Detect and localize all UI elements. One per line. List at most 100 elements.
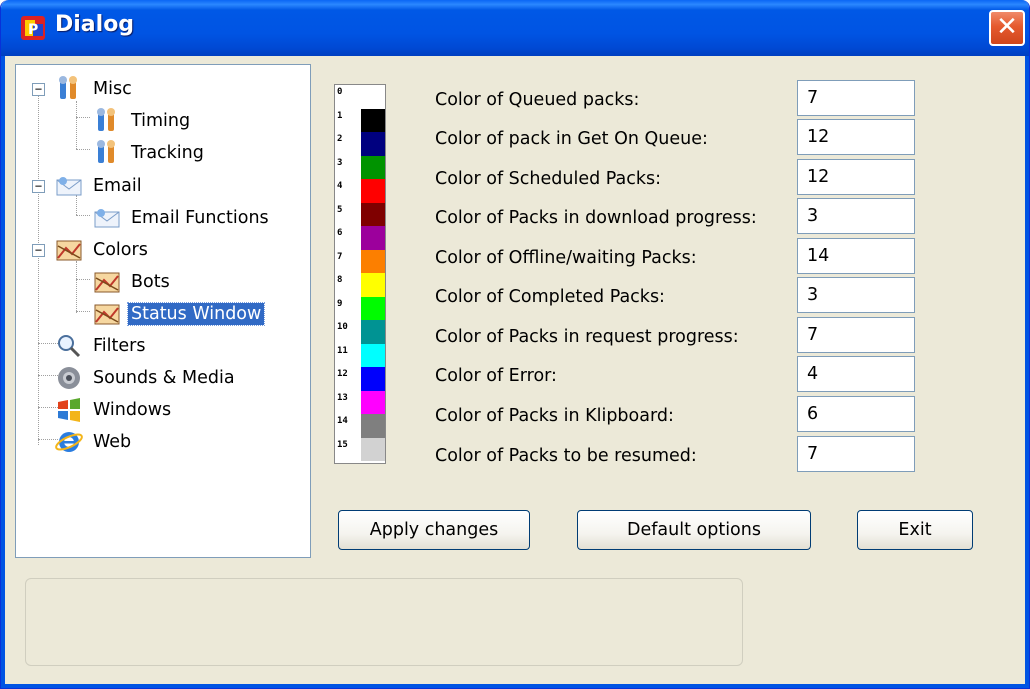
palette-entry: 8 — [335, 273, 385, 297]
tree-connector — [38, 89, 39, 445]
get-on-queue-color-input[interactable] — [797, 119, 915, 155]
settings-tree[interactable]: − − − Misc Timing Tracking Email Email F… — [15, 64, 311, 558]
palette-swatch — [361, 108, 385, 132]
queued-color-input[interactable] — [797, 80, 915, 116]
windows-flag-icon — [58, 398, 80, 422]
tree-item-label: Misc — [93, 79, 132, 99]
scheduled-color-input[interactable] — [797, 159, 915, 195]
tree-item-filters[interactable]: Filters — [54, 330, 148, 362]
tree-item-label: Bots — [131, 272, 170, 292]
tree-item-windows[interactable]: Windows — [54, 394, 174, 426]
window-title: Dialog — [55, 12, 135, 37]
tree-item-label: Web — [93, 432, 132, 452]
resumed-color-input[interactable] — [797, 436, 915, 472]
palette-index: 4 — [337, 181, 343, 191]
dialog-window: P Dialog ✕ − − − Misc Timing Tracking Em… — [0, 0, 1030, 689]
palette-index: 5 — [337, 204, 343, 215]
tree-item-bots[interactable]: Bots — [92, 266, 173, 298]
tree-item-label: Email Functions — [131, 208, 269, 228]
palette-picture-icon — [56, 240, 82, 261]
palette-entry: 0 — [335, 85, 385, 109]
speaker-icon — [58, 367, 80, 389]
title-bar[interactable]: P Dialog ✕ — [1, 0, 1029, 56]
palette-entry: 9 — [335, 296, 385, 320]
tree-item-label: Tracking — [131, 143, 204, 163]
default-options-button[interactable]: Default options — [577, 510, 811, 550]
collapse-colors-toggle[interactable]: − — [32, 244, 45, 257]
palette-swatch — [361, 437, 385, 461]
tools-icon — [97, 108, 115, 131]
tree-connector — [76, 101, 77, 149]
palette-index: 8 — [337, 275, 343, 285]
apply-changes-button[interactable]: Apply changes — [338, 510, 530, 550]
palette-swatch — [361, 320, 385, 344]
resumed-color-label: Color of Packs to be resumed: — [435, 446, 697, 466]
tree-item-label: Windows — [93, 400, 172, 420]
tree-item-tracking[interactable]: Tracking — [92, 137, 207, 169]
request-progress-color-input[interactable] — [797, 317, 915, 353]
palette-index: 10 — [337, 322, 348, 332]
palette-swatch — [361, 273, 385, 297]
tree-item-label: Email — [93, 176, 142, 196]
palette-entry: 11 — [335, 343, 385, 367]
palette-swatch — [361, 132, 385, 156]
palette-picture-icon — [94, 272, 120, 293]
exit-button[interactable]: Exit — [857, 510, 973, 550]
palette-index: 13 — [337, 392, 348, 403]
tree-connector — [76, 279, 90, 280]
palette-index: 0 — [337, 87, 343, 97]
palette-index: 3 — [337, 157, 343, 168]
tree-item-label: Timing — [131, 111, 191, 131]
tree-item-label: Colors — [93, 240, 148, 260]
palette-swatch — [361, 367, 385, 391]
offline-waiting-color-input[interactable] — [797, 238, 915, 274]
envelope-icon — [56, 177, 82, 196]
tree-connector — [76, 117, 90, 118]
tree-item-timing[interactable]: Timing — [92, 105, 193, 137]
palette-index: 12 — [337, 369, 348, 379]
get-on-queue-color-label: Color of pack in Get On Queue: — [435, 129, 708, 149]
palette-index: 15 — [337, 439, 348, 450]
palette-index: 11 — [337, 345, 348, 356]
palette-entry: 13 — [335, 390, 385, 414]
palette-entry: 7 — [335, 249, 385, 273]
palette-entry: 6 — [335, 226, 385, 250]
tree-item-label: Status Window — [126, 302, 266, 326]
error-color-label: Color of Error: — [435, 366, 557, 386]
collapse-misc-toggle[interactable]: − — [32, 83, 45, 96]
tree-item-label: Sounds & Media — [93, 368, 235, 388]
palette-entry: 2 — [335, 132, 385, 156]
palette-picture-icon — [94, 304, 120, 325]
palette-index: 6 — [337, 228, 343, 238]
frame-left — [1, 56, 5, 688]
request-progress-color-label: Color of Packs in request progress: — [435, 327, 739, 347]
close-button[interactable]: ✕ — [989, 10, 1025, 46]
palette-entry: 1 — [335, 108, 385, 132]
palette-entry: 15 — [335, 437, 385, 461]
tree-item-misc[interactable]: Misc — [54, 73, 135, 105]
palette-swatch — [361, 249, 385, 273]
error-color-input[interactable] — [797, 356, 915, 392]
palette-entry: 5 — [335, 202, 385, 226]
palette-entry: 3 — [335, 155, 385, 179]
completed-color-input[interactable] — [797, 277, 915, 313]
collapse-email-toggle[interactable]: − — [32, 180, 45, 193]
close-icon: ✕ — [996, 12, 1018, 42]
queued-color-label: Color of Queued packs: — [435, 90, 640, 110]
palette-index: 9 — [337, 298, 343, 309]
palette-index: 7 — [337, 251, 343, 262]
tree-item-sounds-media[interactable]: Sounds & Media — [54, 362, 238, 394]
palette-entry: 12 — [335, 367, 385, 391]
palette-swatch — [361, 343, 385, 367]
palette-swatch — [361, 296, 385, 320]
tree-item-web[interactable]: Web — [54, 426, 134, 458]
tree-item-colors[interactable]: Colors — [54, 234, 151, 266]
tree-connector — [76, 311, 90, 312]
frame-bottom — [1, 684, 1029, 688]
tree-item-email-functions[interactable]: Email Functions — [92, 202, 272, 234]
palette-swatch — [361, 414, 385, 438]
klipboard-color-input[interactable] — [797, 396, 915, 432]
download-progress-color-input[interactable] — [797, 198, 915, 234]
tree-item-status-window[interactable]: Status Window — [92, 298, 266, 330]
tree-item-email[interactable]: Email — [54, 170, 145, 202]
